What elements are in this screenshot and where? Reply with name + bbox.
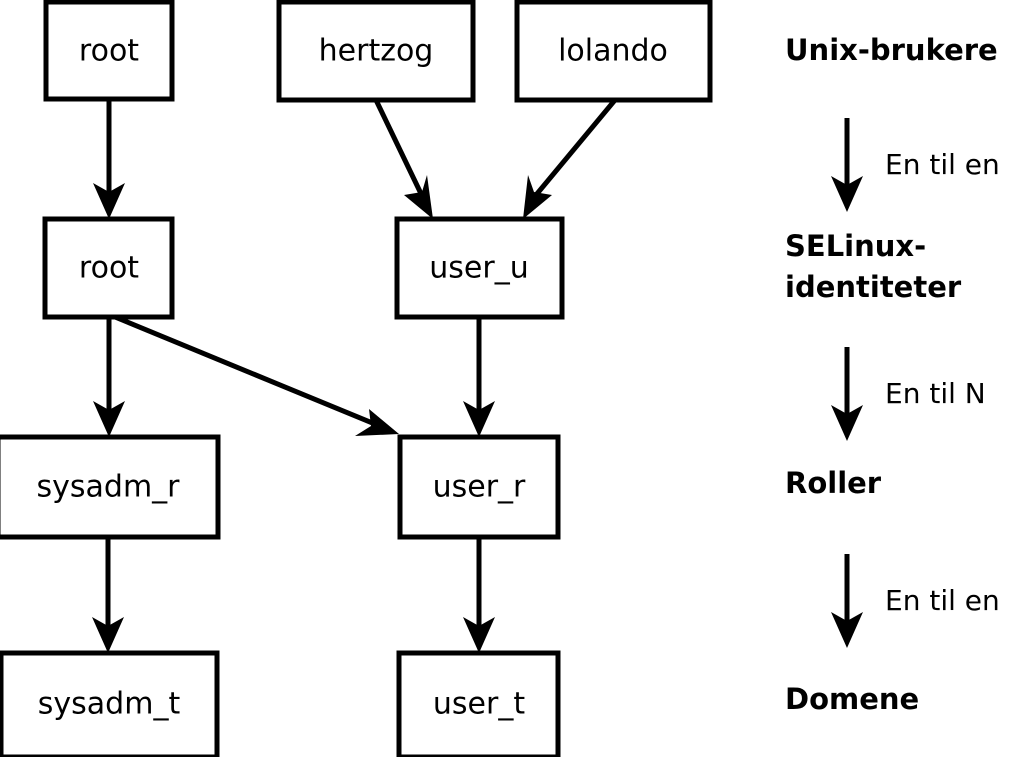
node-domain-sysadm-t[interactable]: sysadm_t [0,650,220,757]
legend-arrow-roller-to-domene [831,554,863,648]
selinux-mapping-diagram: root hertzog lolando root user_u sysadm_ [0,0,1024,757]
legend-heading-unix-brukere: Unix-brukere [785,33,998,67]
edge-identity-root-to-user-r [114,314,399,436]
edge-user-u-to-user-r [463,317,495,437]
node-identity-user-u[interactable]: user_u [394,216,565,320]
node-unix-lolando[interactable]: lolando [514,0,713,103]
edge-line [529,98,617,203]
legend-heading-roller: Roller [785,466,882,500]
node-label: hertzog [319,34,434,69]
edge-identity-root-to-sysadm-r [93,317,125,437]
legend-heading-line-1: SELinux- [785,229,926,263]
edge-user-r-to-user-t [463,537,495,653]
node-label: user_u [429,251,528,286]
legend-label-en-til-en-1: En til en [885,148,1000,181]
edge-line [114,314,383,430]
node-label: user_t [433,687,525,722]
node-label: sysadm_t [38,687,181,722]
node-label: sysadm_r [37,470,181,505]
arrow-head-icon [355,409,399,436]
legend-arrow-selinux-to-roller [831,347,863,441]
edge-hertzog-to-user-u [373,98,433,219]
legend-label-en-til-n: En til N [885,377,986,410]
edge-sysadm-r-to-sysadm-t [92,537,124,653]
node-role-user-r[interactable]: user_r [397,434,561,540]
node-label: lolando [558,34,668,69]
edge-line [373,98,428,204]
legend-arrow-unix-to-selinux [831,118,863,212]
edge-unix-root-to-identity-root [93,99,125,219]
diagram-canvas: root hertzog lolando root user_u sysadm_ [0,0,1000,757]
legend-heading-selinux-identiteter: SELinux- identiteter [785,229,962,304]
arrow-head-icon [404,175,433,219]
legend-label-en-til-en-2: En til en [885,584,1000,617]
legend-heading-line-2: identiteter [785,270,962,304]
legend-column: Unix-brukere En til en SELinux- identite… [785,33,1000,716]
node-label: user_r [433,470,526,505]
node-domain-user-t[interactable]: user_t [396,650,561,757]
node-identity-root[interactable]: root [42,216,175,320]
edge-lolando-to-user-u [523,98,617,219]
node-unix-hertzog[interactable]: hertzog [276,0,476,103]
node-label: root [79,251,139,286]
node-label: root [79,34,139,69]
legend-heading-domene: Domene [785,682,919,716]
edge-group [92,98,617,653]
node-role-sysadm-r[interactable]: sysadm_r [0,434,221,540]
node-unix-root[interactable]: root [43,0,175,102]
